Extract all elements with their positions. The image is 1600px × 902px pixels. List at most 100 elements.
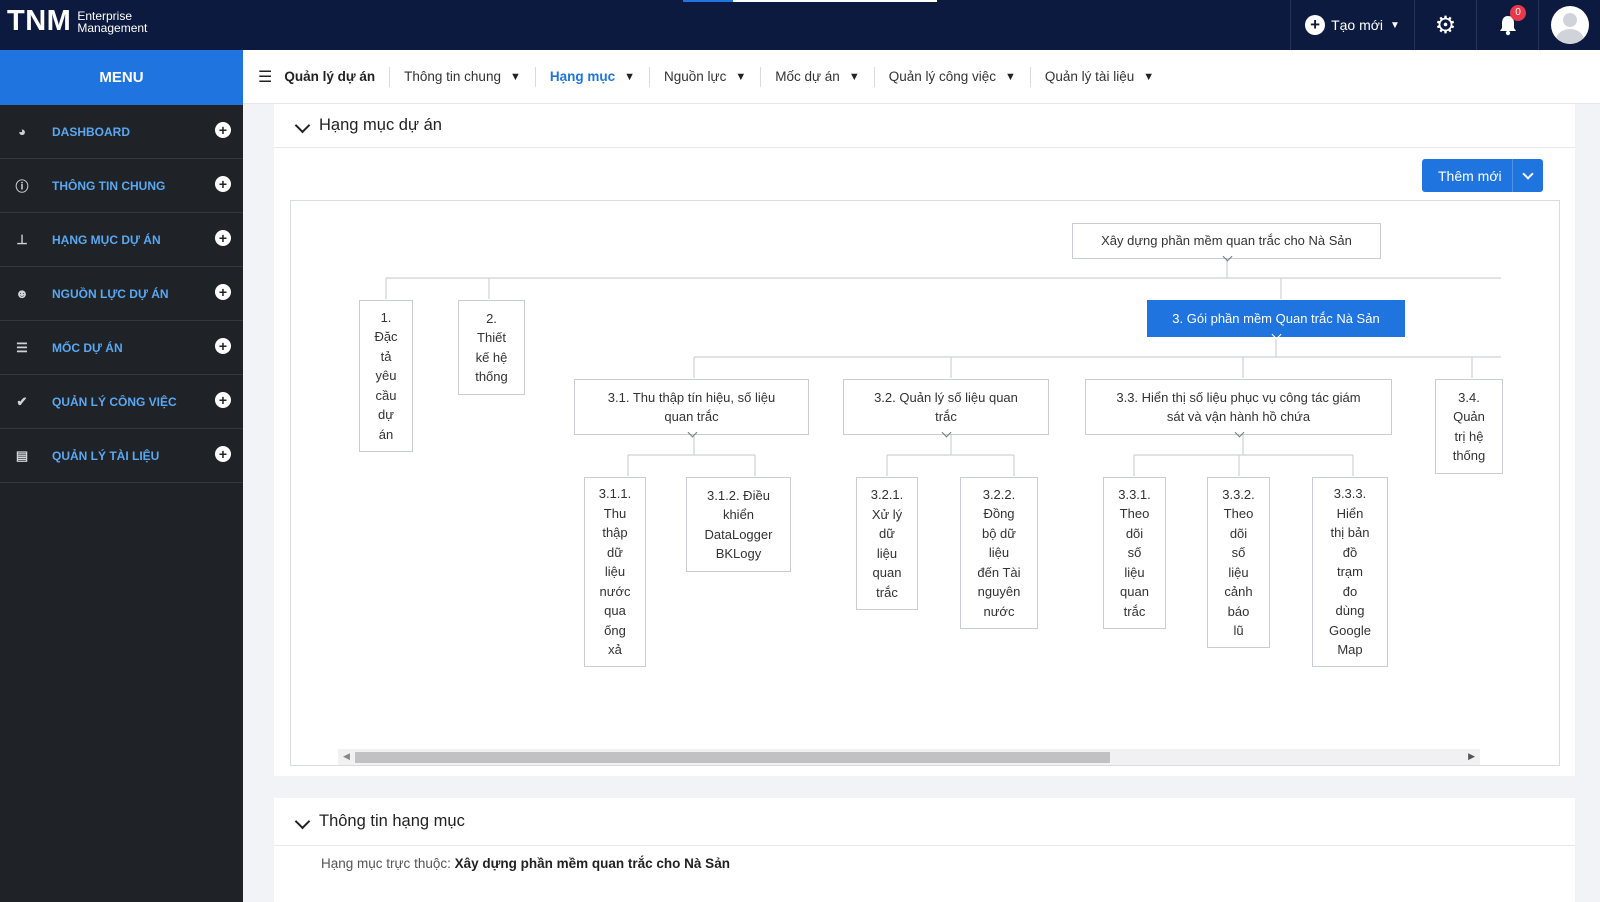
expand-chevron-icon[interactable] [1234, 431, 1244, 441]
item-info-panel: Thông tin hạng mục Hạng mục trực thuộc: … [274, 798, 1575, 902]
tree-node-label: 2. Thiết kế hệ thống [475, 310, 508, 385]
panel-header-items[interactable]: Hạng mục dự án [274, 104, 1575, 148]
tree-node-3-2-1[interactable]: 3.2.1. Xử lý dữ liệu quan trắc [856, 477, 918, 610]
tree-node-2[interactable]: 2. Thiết kế hệ thống [458, 300, 525, 395]
nav-label: Mốc dự án [775, 69, 840, 84]
tree-node-3-3-1[interactable]: 3.3.1. Theo dõi số liệu quan trắc [1103, 477, 1166, 629]
sidebar-item-milestones[interactable]: ☰ MỐC DỰ ÁN + [0, 321, 243, 375]
app-logo[interactable]: TNM Enterprise Management [7, 5, 147, 38]
panel-header-item-info[interactable]: Thông tin hạng mục [274, 798, 1575, 846]
parent-item-value: Xây dựng phần mềm quan trắc cho Nà Sản [454, 856, 730, 871]
nav-general-info[interactable]: Thông tin chung ▼ [390, 66, 536, 87]
sidebar-item-documents[interactable]: ▤ QUẢN LÝ TÀI LIỆU + [0, 429, 243, 483]
nav-project-management[interactable]: Quản lý dự án [272, 66, 391, 87]
sidebar-item-general-info[interactable]: ⓘ THÔNG TIN CHUNG + [0, 159, 243, 213]
expand-chevron-icon[interactable] [1222, 255, 1232, 265]
tree-node-label: Xây dựng phần mềm quan trắc cho Nà Sản [1101, 233, 1352, 249]
expand-plus-icon[interactable]: + [215, 284, 231, 300]
tree-node-1[interactable]: 1. Đặc tả yêu cầu dự án [359, 300, 413, 452]
tree-node-3-2[interactable]: 3.2. Quản lý số liệu quan trắc [843, 379, 1049, 435]
scroll-left-arrow-icon[interactable]: ◀ [343, 751, 350, 762]
tree-node-label: 3.1.2. Điều khiển DataLogger BKLogy [704, 487, 773, 562]
nav-label: Quản lý công việc [888, 69, 997, 84]
horizontal-scrollbar[interactable]: ◀ ▶ [338, 749, 1480, 765]
tree-node-label: 3.3. Hiển thị số liệu phục vụ công tác g… [1116, 389, 1361, 425]
expand-chevron-icon[interactable] [687, 431, 697, 441]
tree-node-3-selected[interactable]: 3. Gói phần mềm Quan trắc Nà Sản [1147, 300, 1405, 337]
notification-badge: 0 [1510, 5, 1526, 21]
nav-tasks[interactable]: Quản lý công việc ▼ [875, 66, 1031, 87]
sidebar-item-label: THÔNG TIN CHUNG [52, 178, 166, 193]
panel-title: Thông tin hạng mục [319, 812, 465, 830]
nav-label: Hạng mục [549, 69, 616, 84]
chevron-down-icon[interactable] [296, 120, 308, 132]
tree-node-label: 3.3.1. Theo dõi số liệu quan trắc [1118, 486, 1151, 619]
users-icon: ☻ [15, 286, 29, 301]
create-new-label: Tạo mới [1331, 17, 1384, 33]
info-icon: ⓘ [15, 179, 29, 194]
add-new-dropdown-toggle[interactable] [1512, 159, 1543, 192]
org-tree: Xây dựng phần mềm quan trắc cho Nà Sản 1… [290, 200, 1560, 766]
chevron-down-icon[interactable] [296, 816, 308, 828]
tree-node-label: 3.2. Quản lý số liệu quan trắc [874, 389, 1018, 425]
add-new-label: Thêm mới [1438, 167, 1502, 184]
nav-label: Quản lý dự án [284, 69, 376, 84]
notifications-button[interactable]: 0 [1476, 0, 1538, 50]
sidebar-item-label: MỐC DỰ ÁN [52, 340, 123, 355]
tree-node-3-2-2[interactable]: 3.2.2. Đồng bộ dữ liệu đến Tài nguyên nước [960, 477, 1038, 629]
hamburger-icon[interactable]: ☰ [258, 67, 272, 87]
sidebar-title: MENU [0, 50, 243, 105]
tree-node-3-1-2[interactable]: 3.1.2. Điều khiển DataLogger BKLogy [686, 477, 791, 572]
tree-node-3-3[interactable]: 3.3. Hiển thị số liệu phục vụ công tác g… [1085, 379, 1392, 435]
tree-node-root[interactable]: Xây dựng phần mềm quan trắc cho Nà Sản [1072, 223, 1381, 259]
settings-button[interactable]: ⚙ [1414, 0, 1476, 50]
tree-node-label: 3.1.1. Thu thập dữ liệu nước qua ống xả [598, 486, 632, 658]
nav-label: Quản lý tài liệu [1044, 69, 1135, 84]
tree-node-label: 1. Đặc tả yêu cầu dự án [374, 309, 398, 442]
nav-resources[interactable]: Nguồn lực ▼ [650, 66, 762, 87]
logo-sub-text: Enterprise Management [77, 10, 147, 34]
logo-sub-line2: Management [77, 20, 148, 35]
caret-down-icon: ▼ [735, 70, 747, 83]
scroll-right-arrow-icon[interactable]: ▶ [1468, 751, 1475, 762]
add-new-button[interactable]: Thêm mới [1422, 159, 1543, 192]
sidebar-item-label: DASHBOARD [52, 124, 130, 139]
sidebar-item-dashboard[interactable]: ◕ DASHBOARD + [0, 105, 243, 159]
tree-node-3-3-2[interactable]: 3.3.2. Theo dõi số liệu cảnh báo lũ [1207, 477, 1270, 648]
sidebar-item-tasks[interactable]: ✔ QUẢN LÝ CÔNG VIỆC + [0, 375, 243, 429]
expand-plus-icon[interactable]: + [215, 176, 231, 192]
caret-down-icon: ▼ [1005, 70, 1016, 83]
expand-plus-icon[interactable]: + [215, 122, 231, 138]
expand-plus-icon[interactable]: + [215, 392, 231, 408]
expand-chevron-icon[interactable] [941, 431, 951, 441]
tree-node-3-1[interactable]: 3.1. Thu thập tín hiệu, số liệu quan trắc [574, 379, 809, 435]
nav-milestones[interactable]: Mốc dự án ▼ [761, 66, 875, 87]
sidebar-item-label: HẠNG MỤC DỰ ÁN [52, 232, 161, 247]
expand-plus-icon[interactable]: + [215, 338, 231, 354]
gear-icon: ⚙ [1434, 11, 1457, 39]
sidebar: MENU ◕ DASHBOARD + ⓘ THÔNG TIN CHUNG + ⊥… [0, 50, 243, 902]
nav-label: Nguồn lực [664, 69, 727, 84]
top-header: TNM Enterprise Management + Tạo mới ▼ ⚙ … [0, 0, 1600, 50]
clipboard-check-icon: ✔ [16, 393, 28, 409]
tree-node-3-1-1[interactable]: 3.1.1. Thu thập dữ liệu nước qua ống xả [584, 477, 646, 667]
tree-node-label: 3. Gói phần mềm Quan trắc Nà Sản [1172, 310, 1380, 326]
user-menu[interactable] [1538, 0, 1600, 50]
sidebar-item-label: NGUỒN LỰC DỰ ÁN [52, 286, 169, 301]
caret-down-icon: ▼ [624, 70, 636, 83]
nav-items[interactable]: Hạng mục ▼ [536, 66, 651, 87]
parent-item-label: Hạng mục trực thuộc: [321, 856, 451, 871]
nav-documents[interactable]: Quản lý tài liệu ▼ [1031, 67, 1168, 87]
tree-node-3-3-3[interactable]: 3.3.3. Hiển thị bản đồ trạm đo dùng Google Map [1312, 477, 1388, 667]
plus-circle-icon: + [1305, 15, 1326, 35]
create-new-button[interactable]: + Tạo mới ▼ [1290, 0, 1414, 50]
sidebar-item-resources[interactable]: ☻ NGUỒN LỰC DỰ ÁN + [0, 267, 243, 321]
header-actions: + Tạo mới ▼ ⚙ 0 [1290, 0, 1600, 50]
expand-chevron-icon[interactable] [1271, 333, 1281, 343]
scrollbar-thumb[interactable] [355, 752, 1110, 763]
expand-plus-icon[interactable]: + [215, 230, 231, 246]
sidebar-item-project-items[interactable]: ⊥ HẠNG MỤC DỰ ÁN + [0, 213, 243, 267]
tree-node-3-4[interactable]: 3.4. Quản trị hệ thống [1435, 379, 1503, 474]
expand-plus-icon[interactable]: + [215, 446, 231, 462]
sidebar-item-label: QUẢN LÝ TÀI LIỆU [52, 448, 160, 463]
